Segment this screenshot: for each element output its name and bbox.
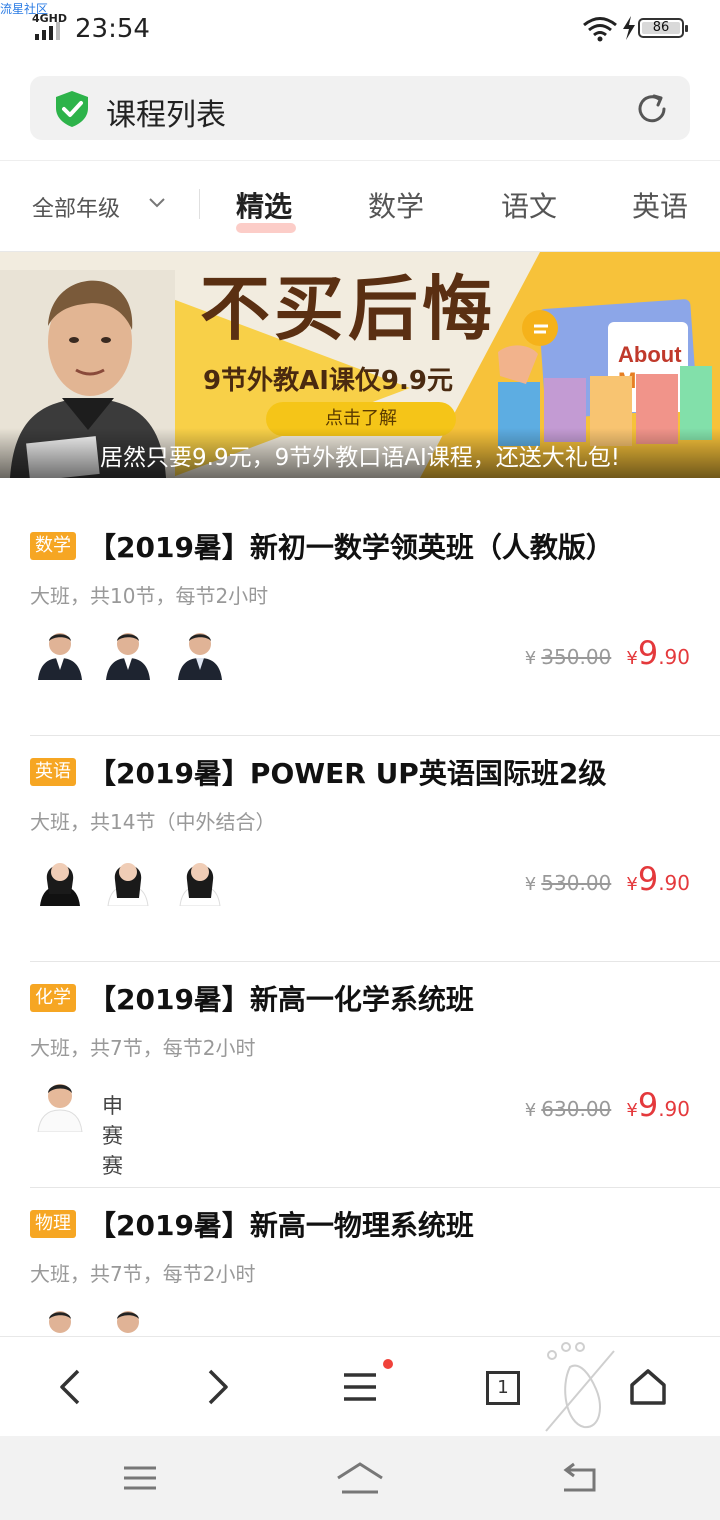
subject-tag: 英语 — [30, 758, 76, 786]
teacher-avatar[interactable] — [102, 850, 154, 906]
course-title[interactable]: 【2019暑】新高一化学系统班 — [88, 978, 474, 1018]
sale-price-int: 9 — [637, 634, 659, 672]
original-price: 630.00 — [541, 1097, 612, 1121]
banner-caption: 居然只要9.9元，9节外教口语AI课程，还送大礼包! — [100, 445, 620, 471]
course-desc: 大班，共7节，每节2小时 — [30, 1036, 256, 1060]
subject-tag: 物理 — [30, 1210, 76, 1238]
currency-symbol: ¥ — [524, 648, 537, 669]
sale-price-int: 9 — [637, 860, 659, 898]
subject-tag: 化学 — [30, 984, 76, 1012]
battery-icon: 86 — [638, 18, 688, 38]
menu-icon[interactable] — [336, 1363, 384, 1411]
reload-icon[interactable] — [634, 91, 670, 127]
banner-subtitle: 9节外教AI课仅9.9元 — [203, 366, 453, 396]
grade-filter[interactable]: 全部年级 — [32, 191, 120, 223]
svg-text:About: About — [618, 342, 682, 367]
footprint-icon — [545, 1342, 615, 1432]
address-bar[interactable]: 课程列表 — [30, 76, 690, 140]
system-nav-bar — [0, 1436, 720, 1520]
teacher-avatar[interactable] — [174, 624, 226, 680]
currency-symbol: ¥ — [626, 1100, 638, 1121]
notification-dot — [383, 1359, 393, 1369]
course-title[interactable]: 【2019暑】POWER UP英语国际班2级 — [88, 752, 606, 792]
course-desc: 大班，共7节，每节2小时 — [30, 1262, 256, 1286]
tab-english[interactable]: 英语 — [632, 185, 688, 225]
wifi-icon — [583, 17, 617, 42]
course-desc: 大班，共14节（中外结合） — [30, 810, 276, 834]
system-home-icon[interactable] — [336, 1458, 384, 1498]
teacher-avatar[interactable] — [34, 850, 86, 906]
sale-price-dec: .90 — [658, 871, 690, 895]
forward-icon[interactable] — [192, 1363, 240, 1411]
signal-icon — [35, 22, 60, 40]
battery-level: 86 — [652, 20, 670, 35]
tabs-button[interactable]: 1 — [486, 1371, 520, 1405]
currency-symbol: ¥ — [626, 874, 638, 895]
page-title: 课程列表 — [106, 98, 226, 133]
chevron-down-icon[interactable] — [148, 197, 166, 209]
clock: 23:54 — [75, 14, 150, 44]
recent-apps-icon[interactable] — [122, 1458, 158, 1498]
course-list-page: 4GHD 23:54 86 流星社区 课程列表 全部年级 精选 数学 语文 英语… — [0, 0, 720, 1520]
teacher-name: 申赛赛 — [102, 1094, 123, 1178]
currency-symbol: ¥ — [524, 874, 537, 895]
banner-title: 不买后悔 — [200, 268, 496, 350]
status-bar: 4GHD 23:54 86 — [0, 0, 720, 58]
browser-toolbar: 1 — [0, 1336, 720, 1436]
original-price: 350.00 — [541, 645, 612, 669]
course-card[interactable]: 化学 【2019暑】新高一化学系统班 大班，共7节，每节2小时 申赛赛 ¥ 63… — [30, 962, 720, 1188]
tab-featured[interactable]: 精选 — [236, 185, 292, 225]
teacher-avatar[interactable] — [174, 850, 226, 906]
currency-symbol: ¥ — [524, 1100, 537, 1121]
course-desc: 大班，共10节，每节2小时 — [30, 584, 269, 608]
charging-icon — [623, 16, 635, 40]
home-icon[interactable] — [624, 1363, 672, 1411]
course-title[interactable]: 【2019暑】新初一数学领英班（人教版） — [88, 526, 614, 566]
course-card[interactable]: 英语 【2019暑】POWER UP英语国际班2级 大班，共14节（中外结合） … — [30, 736, 720, 962]
tab-math[interactable]: 数学 — [368, 185, 424, 225]
subject-tag: 数学 — [30, 532, 76, 560]
promo-banner[interactable]: 不买后悔 9节外教AI课仅9.9元 About Me 点击了解 居然只要9.9元… — [0, 252, 720, 478]
watermark: 流星社区 — [0, 2, 49, 16]
course-card[interactable]: 数学 【2019暑】新初一数学领英班（人教版） 大班，共10节，每节2小时 ¥ … — [30, 510, 720, 736]
price: ¥ 630.00 ¥9.90 — [525, 1086, 690, 1124]
teacher-avatar[interactable] — [34, 1076, 86, 1132]
sale-price-int: 9 — [637, 1086, 659, 1124]
tab-chinese[interactable]: 语文 — [501, 185, 557, 225]
price: ¥ 530.00 ¥9.90 — [525, 860, 690, 898]
teacher-avatar[interactable] — [34, 624, 86, 680]
original-price: 530.00 — [541, 871, 612, 895]
price: ¥ 350.00 ¥9.90 — [525, 634, 690, 672]
sale-price-dec: .90 — [658, 1097, 690, 1121]
teacher-avatar[interactable] — [102, 624, 154, 680]
course-title[interactable]: 【2019暑】新高一物理系统班 — [88, 1204, 474, 1244]
shield-icon — [56, 91, 88, 127]
system-back-icon[interactable] — [560, 1458, 600, 1498]
sale-price-dec: .90 — [658, 645, 690, 669]
back-icon[interactable] — [48, 1363, 96, 1411]
category-tabs: 全部年级 精选 数学 语文 英语 — [0, 160, 720, 252]
currency-symbol: ¥ — [626, 648, 638, 669]
